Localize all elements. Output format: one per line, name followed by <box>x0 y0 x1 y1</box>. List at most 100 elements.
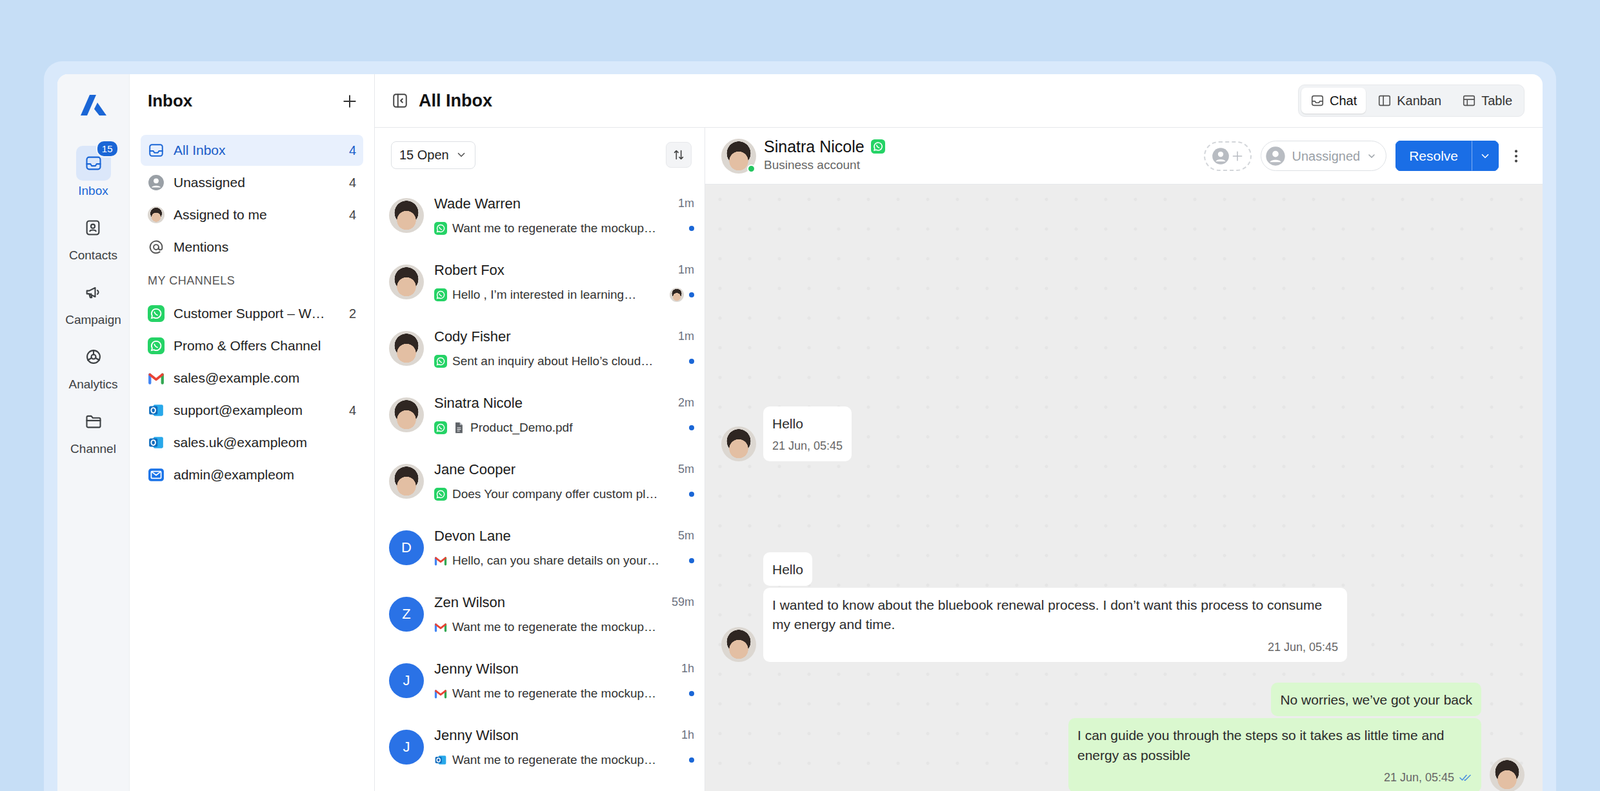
channel-item[interactable]: Customer Support – W… 2 <box>140 298 364 330</box>
sidebar-item[interactable]: All Inbox4 <box>140 134 364 166</box>
message-bubble: Hello21 Jun, 05:45 <box>763 406 852 462</box>
agent-avatar <box>1489 757 1525 791</box>
page-title: All Inbox <box>418 87 493 115</box>
conversation-content: Jane Cooper5mDoes Your company offer cus… <box>434 458 695 504</box>
whatsapp-icon <box>147 305 165 322</box>
unread-dot <box>689 225 695 231</box>
channel-item[interactable]: Promo & Offers Channel <box>140 330 364 362</box>
message-time: 1m <box>678 327 695 346</box>
message-preview: Hello, can you share details on your… <box>452 551 660 571</box>
rail-item[interactable]: 15Inbox <box>76 145 111 199</box>
row-status <box>689 425 695 431</box>
conversation-row[interactable]: Wade Warren1mWant me to regenerate the m… <box>374 181 705 249</box>
message-text: I wanted to know about the bluebook rene… <box>772 595 1339 635</box>
row-status <box>689 690 695 697</box>
rail-item[interactable]: Contacts <box>69 210 118 263</box>
resolve-menu-button[interactable] <box>1471 140 1499 171</box>
assignee-avatar <box>669 287 684 302</box>
rail-icon-box: 15 <box>76 145 111 181</box>
unread-dot <box>689 558 695 564</box>
channel-label: admin@exampleom <box>173 464 357 486</box>
unread-dot <box>689 491 695 497</box>
channel-label: sales.uk@exampleom <box>173 432 357 453</box>
channel-item[interactable]: support@exampleom4 <box>140 394 364 426</box>
message-preview: Product_Demo.pdf <box>470 418 573 438</box>
view-tab[interactable]: Kanban <box>1368 87 1451 114</box>
rail-item[interactable]: Campaign <box>65 274 122 328</box>
avatar-initial: Z <box>401 603 411 625</box>
message-meta: 21 Jun, 05:45 <box>772 638 1339 656</box>
channel-item[interactable]: sales@example.com <box>140 362 364 394</box>
status-filter[interactable]: 15 Open <box>390 141 476 170</box>
resolve-button[interactable]: Resolve <box>1395 140 1472 171</box>
conversation-row[interactable]: Sinatra Nicole2mProduct_Demo.pdf <box>374 381 705 448</box>
channels-heading: MY CHANNELS <box>147 273 364 288</box>
sidebar-collapse-icon[interactable] <box>391 92 409 110</box>
sort-button[interactable] <box>665 141 692 168</box>
sidebar-item[interactable]: Mentions <box>140 231 364 263</box>
person-icon <box>1211 147 1230 166</box>
unread-dot <box>689 358 695 364</box>
conversation-content: Sinatra Nicole2mProduct_Demo.pdf <box>434 392 695 438</box>
row-top: Wade Warren1m <box>434 192 695 215</box>
channel-item[interactable]: sales.uk@exampleom <box>140 427 364 459</box>
contact-name: Jane Cooper <box>434 458 516 480</box>
channel-item[interactable]: admin@exampleom <box>140 459 364 491</box>
sidebar-item[interactable]: Unassigned4 <box>140 167 364 199</box>
conversation-row[interactable]: JJenny Wilson1hWant me to regenerate the… <box>374 713 705 780</box>
conversation-row[interactable]: JJenny Wilson1hWant me to regenerate the… <box>374 647 705 714</box>
unread-badge: 15 <box>96 140 119 158</box>
more-options-icon[interactable] <box>1507 147 1525 165</box>
message-bubbles: No worries, we’ve got your backI can gui… <box>1068 682 1482 791</box>
message-time: 5m <box>678 527 695 545</box>
message-bubble: I can guide you through the steps so it … <box>1068 718 1482 791</box>
plus-icon[interactable] <box>341 92 359 110</box>
view-label: Kanban <box>1396 90 1442 111</box>
channel-label: Customer Support – W… <box>173 303 340 324</box>
message-preview: Want me to regenerate the mockup… <box>452 618 657 637</box>
conversation-row[interactable]: ZZen Wilson59mWant me to regenerate the … <box>374 580 705 648</box>
message-bubble: I wanted to know about the bluebook rene… <box>763 587 1348 662</box>
rail-item[interactable]: Channel <box>70 403 117 457</box>
app-window: 15InboxContactsCampaignAnalyticsChannelI… <box>57 74 1543 791</box>
whatsapp-icon <box>147 337 165 355</box>
unread-dot <box>689 690 695 697</box>
sidebar-label: Assigned to me <box>173 204 340 226</box>
message-time: 21 Jun, 05:45 <box>772 437 843 455</box>
filter-label: 15 Open <box>399 145 450 165</box>
main-panel: All Inbox Chat Kanban Table 15 Open Wade Warr… <box>374 74 1543 791</box>
assignee-select[interactable]: Unassigned <box>1260 140 1388 171</box>
rail-item[interactable]: Analytics <box>68 339 118 392</box>
view-tab[interactable]: Table <box>1452 87 1522 114</box>
conversation-content: Jenny Wilson1hWant me to regenerate the … <box>434 658 695 704</box>
row-top: Cody Fisher1m <box>434 325 695 348</box>
inbox-icon <box>147 141 165 159</box>
gmail-icon <box>434 687 448 700</box>
rail-icon-box <box>75 210 111 246</box>
chat-header: Sinatra NicoleBusiness accountUnassigned… <box>705 127 1543 185</box>
message-time: 1h <box>681 726 695 744</box>
conversation-content: Devon Lane5mHello, can you share details… <box>434 525 695 571</box>
main-body: 15 OpenWade Warren1mWant me to regenerat… <box>374 127 1543 791</box>
chat-panel: Sinatra NicoleBusiness accountUnassigned… <box>705 127 1543 791</box>
conversation-row[interactable]: DDevon Lane5mHello, can you share detail… <box>374 514 705 581</box>
chevron-down-icon <box>1479 150 1491 162</box>
channel-count: 2 <box>349 303 357 324</box>
row-top: Jenny Wilson1h <box>434 724 695 746</box>
conversation-row[interactable]: Robert Fox1mHello , I’m interested in le… <box>374 248 705 315</box>
sidebar-header: Inbox <box>140 74 364 128</box>
analytics-icon <box>84 347 103 366</box>
add-assignee-button[interactable] <box>1203 141 1252 171</box>
rail-label: Contacts <box>69 247 118 263</box>
sidebar-item[interactable]: Assigned to me4 <box>140 199 364 231</box>
conversation-row[interactable]: Jane Cooper5mDoes Your company offer cus… <box>374 447 705 515</box>
row-status <box>669 287 695 302</box>
person-icon <box>147 174 165 191</box>
avatar-photo <box>147 206 165 224</box>
contact-avatar: Z <box>389 596 424 632</box>
message-time: 1m <box>678 194 695 213</box>
channel-label: support@exampleom <box>173 400 340 421</box>
conversation-row[interactable]: Cody Fisher1mSent an inquiry about Hello… <box>374 314 705 382</box>
view-tab[interactable]: Chat <box>1301 87 1366 114</box>
gmail-icon <box>434 620 448 634</box>
